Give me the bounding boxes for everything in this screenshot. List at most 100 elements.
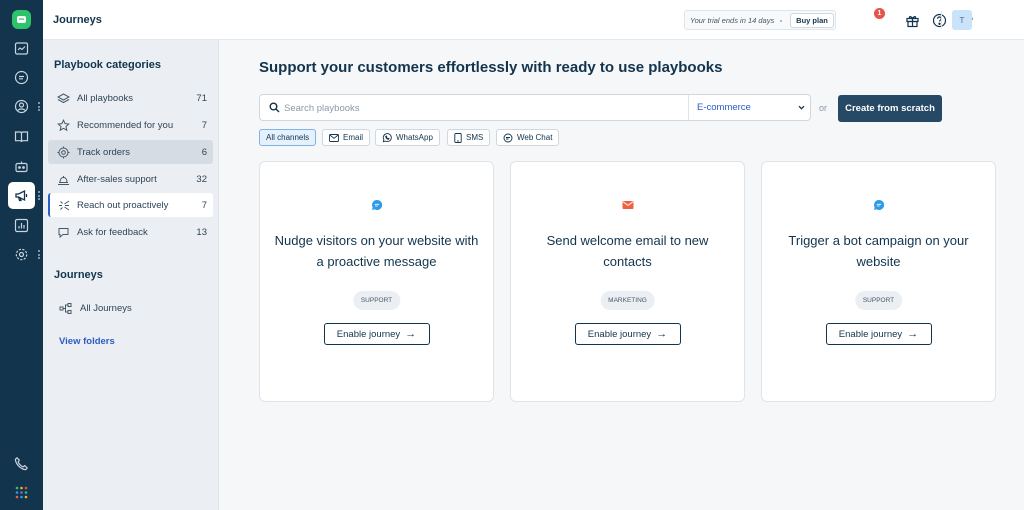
- category-after-sales[interactable]: After-sales support 32: [48, 167, 213, 191]
- button-label: Enable journey: [336, 328, 401, 340]
- settings-gear-icon[interactable]: [8, 241, 35, 268]
- category-label: Track orders: [77, 147, 130, 158]
- trial-text: Your trial ends in 14 days: [690, 16, 775, 25]
- layers-icon: [56, 91, 70, 105]
- contacts-icon[interactable]: [8, 93, 35, 120]
- star-icon: [56, 118, 70, 132]
- app-grid-icon[interactable]: [8, 479, 35, 506]
- card-title: Nudge visitors on your website with a pr…: [274, 233, 479, 269]
- playbook-card: Nudge visitors on your website with a pr…: [259, 161, 494, 402]
- campaigns-megaphone-icon[interactable]: [8, 182, 35, 209]
- enable-journey-button[interactable]: Enable journey →: [825, 323, 932, 345]
- chip-label: WhatsApp: [396, 133, 433, 142]
- category-count: 7: [201, 200, 207, 211]
- playbook-card: Send welcome email to new contacts MARKE…: [510, 161, 745, 402]
- create-from-scratch-button[interactable]: Create from scratch: [838, 95, 942, 122]
- category-label: Reach out proactively: [77, 200, 169, 211]
- playbook-categories-panel: Playbook categories All playbooks 71 Rec…: [43, 40, 219, 510]
- target-icon: [56, 145, 70, 159]
- web-chat-icon: [503, 133, 513, 142]
- chip-label: Email: [343, 133, 364, 142]
- buy-plan-button[interactable]: Buy plan: [790, 13, 834, 28]
- notification-badge: 1: [874, 8, 885, 19]
- all-journeys-label: All Journeys: [80, 303, 132, 314]
- journeys-heading: Journeys: [54, 269, 103, 281]
- left-nav-rail: [0, 0, 43, 510]
- search-input[interactable]: [284, 100, 684, 116]
- category-count: 6: [201, 147, 207, 158]
- or-separator: or: [819, 103, 828, 113]
- category-track-orders[interactable]: Track orders 6: [48, 140, 213, 164]
- search-divider: [688, 95, 689, 120]
- card-tag: SUPPORT: [854, 291, 903, 310]
- header-divider: [941, 11, 942, 29]
- analytics-icon[interactable]: [8, 212, 35, 239]
- search-bar: E-commerce: [259, 94, 811, 121]
- journey-flow-icon: [58, 301, 72, 315]
- envelope-icon: [329, 133, 339, 142]
- channel-chip-email[interactable]: Email: [322, 129, 371, 146]
- campaigns-more-dots[interactable]: [37, 191, 40, 200]
- category-count: 13: [196, 227, 207, 238]
- top-header: Journeys: [43, 0, 1024, 40]
- arrow-right-icon: →: [907, 328, 919, 340]
- chip-label: All channels: [266, 133, 310, 142]
- feedback-icon: [56, 225, 70, 239]
- enable-journey-button[interactable]: Enable journey →: [323, 323, 430, 345]
- trial-separator-dot: [780, 20, 782, 22]
- card-title: Send welcome email to new contacts: [546, 233, 709, 269]
- envelope-icon: [622, 199, 634, 211]
- bell-icon: [56, 172, 70, 186]
- channel-chip-all[interactable]: All channels: [259, 129, 317, 146]
- category-label: Recommended for you: [77, 120, 174, 131]
- channel-chip-whatsapp[interactable]: WhatsApp: [375, 129, 440, 146]
- contacts-more-dots[interactable]: [37, 102, 40, 111]
- industry-select[interactable]: E-commerce: [697, 102, 751, 113]
- category-label: After-sales support: [77, 174, 157, 185]
- help-icon[interactable]: [930, 11, 948, 29]
- knowledge-base-icon[interactable]: [8, 123, 35, 150]
- category-count: 7: [201, 120, 207, 131]
- mobile-phone-icon: [454, 132, 462, 143]
- arrow-right-icon: →: [656, 328, 668, 340]
- settings-more-dots[interactable]: [37, 250, 40, 259]
- conversations-icon[interactable]: [8, 64, 35, 91]
- phone-icon[interactable]: [8, 450, 35, 477]
- category-feedback[interactable]: Ask for feedback 13: [48, 220, 213, 244]
- category-count: 32: [196, 174, 207, 185]
- arrow-right-icon: →: [405, 328, 417, 340]
- playbook-card: Trigger a bot campaign on your website S…: [761, 161, 996, 402]
- button-label: Enable journey: [587, 328, 652, 340]
- chat-bubble-icon: [371, 199, 383, 211]
- card-tag: SUPPORT: [352, 291, 401, 310]
- channel-chip-webchat[interactable]: Web Chat: [496, 129, 560, 146]
- page-title: Journeys: [53, 14, 102, 26]
- categories-heading: Playbook categories: [54, 59, 161, 71]
- category-label: Ask for feedback: [77, 227, 148, 238]
- chat-bubble-icon: [873, 199, 885, 211]
- bot-icon[interactable]: [8, 153, 35, 180]
- button-label: Enable journey: [838, 328, 903, 340]
- view-folders-link[interactable]: View folders: [59, 336, 115, 347]
- card-tag: MARKETING: [600, 291, 655, 310]
- main-heading: Support your customers effortlessly with…: [259, 59, 723, 76]
- category-recommended[interactable]: Recommended for you 7: [48, 113, 213, 137]
- card-title: Trigger a bot campaign on your website: [788, 233, 969, 269]
- sparkle-icon: [56, 198, 70, 212]
- category-all-playbooks[interactable]: All playbooks 71: [48, 86, 213, 110]
- gift-icon[interactable]: [903, 11, 921, 29]
- category-reach-out[interactable]: Reach out proactively 7: [48, 193, 213, 217]
- user-avatar[interactable]: T: [952, 10, 972, 30]
- category-count: 71: [196, 93, 207, 104]
- chip-label: SMS: [466, 133, 484, 142]
- all-journeys-item[interactable]: All Journeys: [48, 296, 213, 320]
- chip-label: Web Chat: [517, 133, 553, 142]
- inbox-icon[interactable]: [8, 35, 35, 62]
- search-icon: [269, 102, 280, 113]
- chevron-down-icon[interactable]: [797, 103, 806, 112]
- channel-chip-sms[interactable]: SMS: [447, 129, 491, 146]
- whatsapp-icon: [382, 132, 392, 142]
- app-logo-icon[interactable]: [12, 10, 31, 29]
- enable-journey-button[interactable]: Enable journey →: [574, 323, 681, 345]
- trial-banner: Your trial ends in 14 days Buy plan: [684, 10, 836, 30]
